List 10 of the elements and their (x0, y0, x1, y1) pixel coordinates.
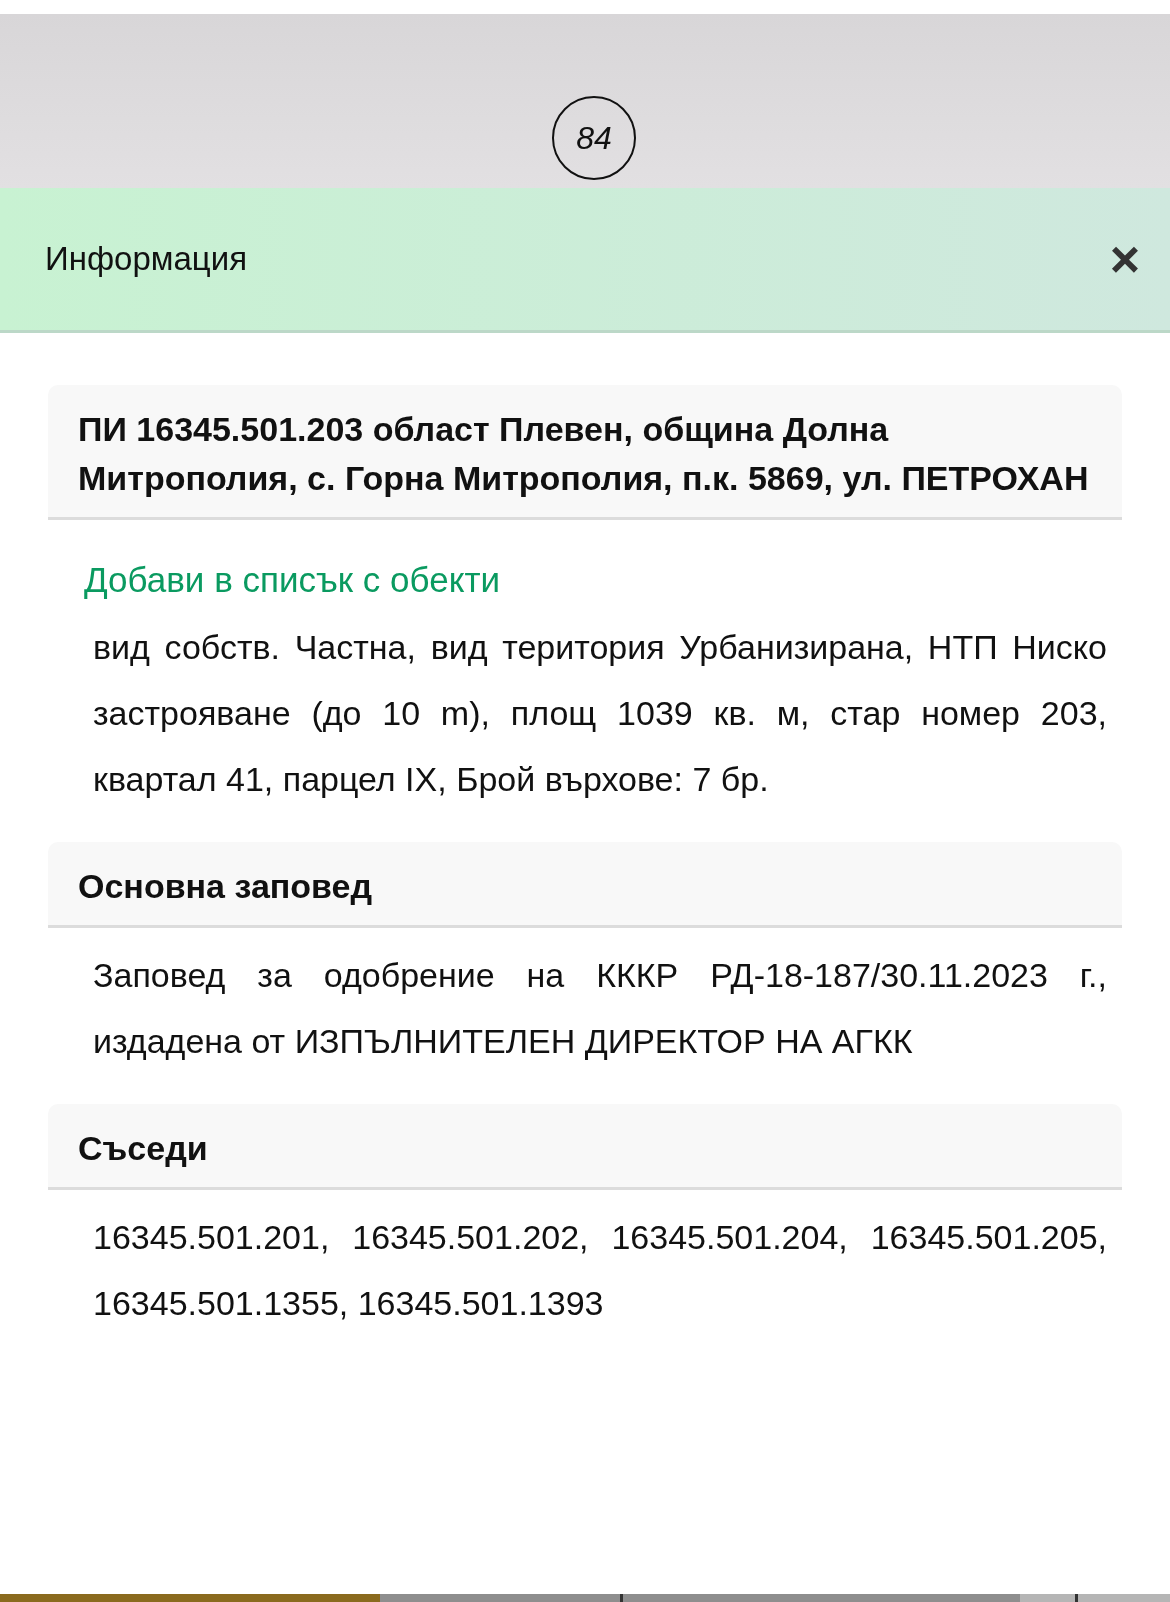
section-heading: Основна заповед (78, 867, 373, 905)
close-button[interactable]: × (1099, 233, 1150, 285)
panel-title: Информация (45, 240, 248, 278)
section-text: 16345.501.201, 16345.501.202, 16345.501.204, 16345.501.205, 16345.501.1355, 16345.501.1393 (93, 1217, 1107, 1324)
section-heading: Съседи (78, 1129, 208, 1167)
section-text: Заповед за одобрение на КККР РД-18-187/30.11.2023 г., издадена от ИЗПЪЛНИТЕЛЕН ДИРЕКТОР НА АГКК (93, 955, 1107, 1062)
map-marker[interactable]: 84 (552, 96, 636, 180)
parcel-heading: ПИ 16345.501.203 област Плевен, община Долна Митрополия, с. Горна Митрополия, п.к. 5869, ул. ПЕТРОХАН (78, 410, 1089, 497)
parcel-details: вид собств. Частна, вид територия Урбанизирана, НТП Ниско застрояване (до 10 m), площ 1039 кв. м, стар номер 203, квартал 41, парцел IX, Брой върхове: 7 бр. (93, 627, 1107, 800)
add-to-list-link[interactable]: Добави в списък с обекти (84, 560, 500, 600)
